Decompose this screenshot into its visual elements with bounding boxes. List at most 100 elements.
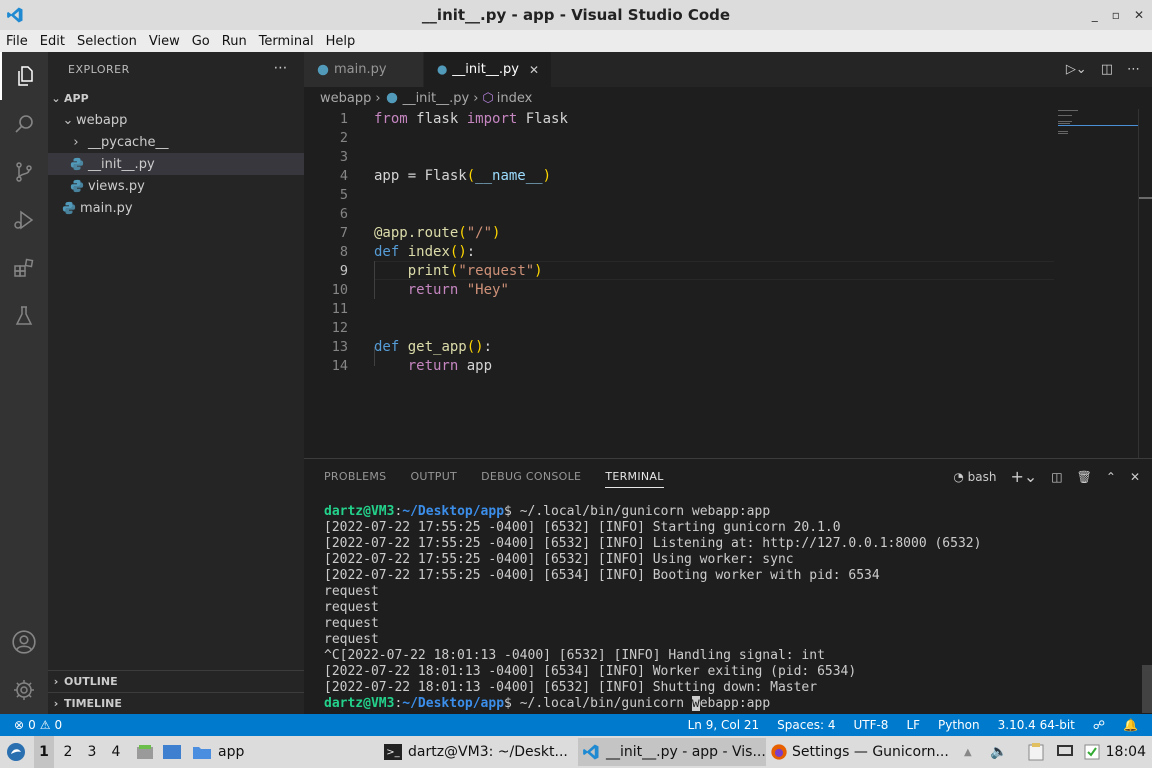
- taskbar-window-firefox[interactable]: Settings — Gunicorn...: [770, 738, 956, 766]
- workspace-4[interactable]: 4: [106, 736, 126, 768]
- problems-status[interactable]: ⊗ 0 ⚠ 0: [14, 718, 62, 732]
- outline-section[interactable]: › OUTLINE: [48, 670, 304, 692]
- menu-selection[interactable]: Selection: [77, 34, 137, 49]
- more-actions-icon[interactable]: ⋯: [274, 60, 289, 76]
- close-panel-icon[interactable]: ✕: [1130, 470, 1140, 484]
- new-terminal-icon[interactable]: +⌄: [1010, 467, 1037, 486]
- menu-file[interactable]: File: [6, 34, 28, 49]
- taskbar-window-vscode[interactable]: __init__.py - app - Vis...: [578, 738, 766, 766]
- desktop-icon[interactable]: [160, 736, 184, 768]
- more-actions-icon[interactable]: ⋯: [1127, 62, 1140, 77]
- network-icon[interactable]: [1056, 738, 1076, 766]
- line-number: 4: [339, 167, 348, 184]
- split-terminal-icon[interactable]: ◫: [1051, 470, 1062, 484]
- taskbar-window-terminal[interactable]: >_ dartz@VM3: ~/Deskt...: [384, 738, 574, 766]
- settings-gear-icon[interactable]: [0, 666, 48, 714]
- prompt-path: ~/Desktop/app: [402, 504, 505, 519]
- workspace-3[interactable]: 3: [82, 736, 102, 768]
- menu-go[interactable]: Go: [192, 34, 210, 49]
- extensions-icon[interactable]: [0, 244, 48, 292]
- outline-label: OUTLINE: [64, 675, 118, 688]
- account-icon[interactable]: [0, 618, 48, 666]
- line-number: 13: [331, 338, 348, 355]
- tree-item-views-py[interactable]: views.py: [48, 175, 304, 197]
- warning-icon: ⚠: [39, 718, 51, 732]
- menu-terminal[interactable]: Terminal: [259, 34, 314, 49]
- volume-icon[interactable]: 🔈: [990, 738, 1010, 766]
- python-interpreter[interactable]: 3.10.4 64-bit: [998, 718, 1075, 732]
- clock[interactable]: 18:04: [1106, 736, 1146, 768]
- menu-edit[interactable]: Edit: [40, 34, 65, 49]
- tab-init-py[interactable]: __init__.py ✕: [424, 52, 552, 87]
- tree-item-init-py[interactable]: __init__.py: [48, 153, 304, 175]
- tree-item-webapp[interactable]: ⌄ webapp: [48, 109, 304, 131]
- trash-icon[interactable]: 🗑: [1077, 470, 1092, 484]
- workspace-2[interactable]: 2: [58, 736, 78, 768]
- file-manager-icon[interactable]: [134, 736, 156, 768]
- cursor-position[interactable]: Ln 9, Col 21: [688, 718, 760, 732]
- feedback-icon[interactable]: ☍: [1093, 718, 1105, 732]
- terminal-scrollbar[interactable]: [1142, 665, 1152, 713]
- minimize-button[interactable]: _: [1092, 8, 1098, 22]
- close-button[interactable]: ✕: [1134, 8, 1144, 22]
- encoding[interactable]: UTF-8: [853, 718, 888, 732]
- code-text: def index():: [374, 243, 476, 260]
- terminal-output[interactable]: dartz@VM3:~/Desktop/app$ ~/.local/bin/gu…: [324, 504, 981, 712]
- start-menu-icon[interactable]: [4, 736, 28, 768]
- tray-scroll-icon[interactable]: ▲: [964, 738, 978, 766]
- tab-terminal[interactable]: TERMINAL: [605, 459, 665, 494]
- source-control-icon[interactable]: [0, 148, 48, 196]
- updates-icon[interactable]: [1084, 738, 1104, 766]
- error-icon: ⊗: [14, 718, 25, 732]
- code-editor[interactable]: 1 from flask import Flask 2 3 4 app = Flas…: [304, 109, 1152, 458]
- tree-item-main-py[interactable]: main.py: [48, 197, 304, 219]
- line-number: 10: [331, 281, 348, 298]
- breadcrumb-folder[interactable]: webapp: [320, 91, 371, 106]
- minimap[interactable]: [1058, 109, 1138, 149]
- breadcrumb-file[interactable]: __init__.py: [403, 91, 470, 106]
- folder-launcher[interactable]: app: [192, 738, 262, 766]
- language-mode[interactable]: Python: [938, 718, 980, 732]
- search-icon[interactable]: [0, 100, 48, 148]
- notifications-bell-icon[interactable]: 🔔: [1123, 718, 1138, 732]
- code-text: def get_app():: [374, 338, 493, 355]
- editor-tabs: main.py __init__.py ✕ ▷⌄ ◫ ⋯: [304, 52, 1152, 87]
- vscode-logo-icon: [0, 0, 30, 30]
- status-right: Ln 9, Col 21 Spaces: 4 UTF-8 LF Python 3…: [688, 718, 1138, 732]
- code-line: 3: [304, 147, 1054, 166]
- menu-run[interactable]: Run: [222, 34, 247, 49]
- maximize-button[interactable]: ▫: [1112, 8, 1120, 22]
- split-editor-icon[interactable]: ◫: [1101, 62, 1113, 77]
- editor-scrollbar[interactable]: [1138, 109, 1152, 458]
- chevron-down-icon: ⌄: [62, 112, 74, 128]
- clipboard-icon[interactable]: [1028, 738, 1048, 766]
- workspace-1[interactable]: 1: [34, 736, 54, 768]
- testing-icon[interactable]: [0, 292, 48, 340]
- menu-help[interactable]: Help: [326, 34, 356, 49]
- workspace-root[interactable]: ⌄ APP: [48, 87, 304, 109]
- maximize-panel-icon[interactable]: ⌃: [1106, 470, 1116, 484]
- tab-output[interactable]: OUTPUT: [410, 459, 457, 494]
- terminal-line: [2022-07-22 17:55:25 -0400] [6532] [INFO…: [324, 552, 794, 567]
- window-controls: _ ▫ ✕: [1092, 0, 1144, 30]
- explorer-icon[interactable]: [0, 52, 48, 100]
- run-python-file-icon[interactable]: ▷⌄: [1066, 62, 1087, 77]
- breadcrumb-symbol[interactable]: index: [497, 91, 533, 106]
- tree-item-pycache[interactable]: › __pycache__: [48, 131, 304, 153]
- run-debug-icon[interactable]: [0, 196, 48, 244]
- timeline-section[interactable]: › TIMELINE: [48, 692, 304, 714]
- python-file-icon: [437, 64, 447, 75]
- menu-view[interactable]: View: [149, 34, 180, 49]
- terminal-shell-selector[interactable]: ◔ bash: [953, 470, 996, 484]
- bottom-panel: PROBLEMS OUTPUT DEBUG CONSOLE TERMINAL ◔…: [304, 458, 1152, 714]
- tab-main-py[interactable]: main.py: [304, 52, 424, 87]
- indentation[interactable]: Spaces: 4: [777, 718, 835, 732]
- close-tab-icon[interactable]: ✕: [529, 63, 539, 77]
- tree-item-label: __init__.py: [88, 156, 155, 172]
- terminal-input-line: dartz@VM3:~/Desktop/app$ ~/.local/bin/gu…: [324, 696, 771, 711]
- tab-problems[interactable]: PROBLEMS: [324, 459, 386, 494]
- end-of-line[interactable]: LF: [906, 718, 920, 732]
- terminal-line: [2022-07-22 17:55:25 -0400] [6532] [INFO…: [324, 536, 982, 551]
- code-line: 4 app = Flask(__name__): [304, 166, 1054, 185]
- tab-debug-console[interactable]: DEBUG CONSOLE: [481, 459, 581, 494]
